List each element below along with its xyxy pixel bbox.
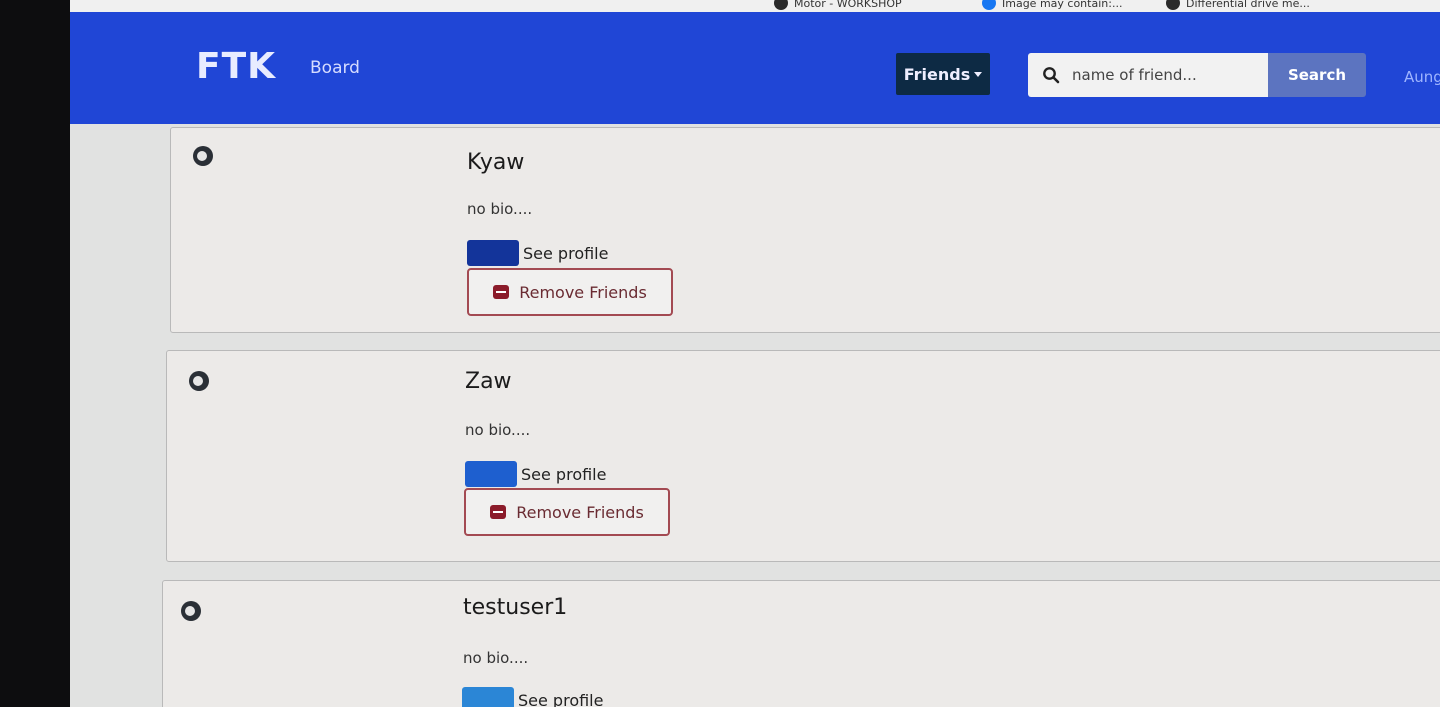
nav-link-board[interactable]: Board [310,58,360,78]
see-profile-label: See profile [523,243,609,263]
remove-friend-label: Remove Friends [516,502,644,522]
friend-name: testuser1 [463,595,568,620]
search-box [1028,53,1268,97]
search-button[interactable]: Search [1268,53,1366,97]
user-menu-link[interactable]: Aung [1404,68,1440,86]
see-profile-button[interactable]: See profile [465,461,606,487]
avatar [181,601,201,621]
bookmark-differential-drive[interactable]: Differential drive me... [1166,0,1310,10]
profile-button-swatch [462,687,514,707]
profile-button-swatch [467,240,519,266]
avatar [193,146,213,166]
profile-button-swatch [465,461,517,487]
top-navbar: FTK Board Friends Search Aung [70,12,1440,124]
search-input[interactable] [1070,65,1264,85]
browser-viewport: Motor - WORKSHOP Image may contain:... D… [70,0,1440,707]
friend-name: Kyaw [467,150,525,175]
bookmark-label: Motor - WORKSHOP [794,0,902,10]
wordpress-icon [774,0,788,10]
see-profile-button[interactable]: See profile [467,240,608,266]
see-profile-button[interactable]: See profile [462,687,603,707]
minus-icon [490,505,507,519]
see-profile-label: See profile [518,690,604,707]
friend-card: Zaw no bio.... See profile Remove Friend… [166,350,1440,562]
friends-dropdown[interactable]: Friends [896,53,990,95]
facebook-icon [982,0,996,10]
remove-friend-button[interactable]: Remove Friends [464,488,670,536]
bookmark-label: Image may contain:... [1002,0,1123,10]
friends-dropdown-label: Friends [903,64,971,84]
caret-down-icon [974,71,983,77]
see-profile-label: See profile [521,464,607,484]
remove-friend-label: Remove Friends [519,282,647,302]
globe-icon [1166,0,1180,10]
friend-card: Kyaw no bio.... See profile Remove Frien… [170,127,1440,333]
friend-bio: no bio.... [463,649,529,667]
minus-icon [493,285,510,299]
remove-friend-button[interactable]: Remove Friends [467,268,673,316]
friend-bio: no bio.... [467,200,533,218]
avatar [189,371,209,391]
search-icon [1043,67,1060,84]
friend-name: Zaw [465,369,512,394]
bookmark-label: Differential drive me... [1186,0,1310,10]
friend-bio: no bio.... [465,421,531,439]
bookmark-image-may-contain[interactable]: Image may contain:... [982,0,1122,10]
brand-logo[interactable]: FTK [196,46,276,87]
friend-card: testuser1 no bio.... See profile [162,580,1440,707]
bookmark-motor-workshop[interactable]: Motor - WORKSHOP [774,0,902,10]
